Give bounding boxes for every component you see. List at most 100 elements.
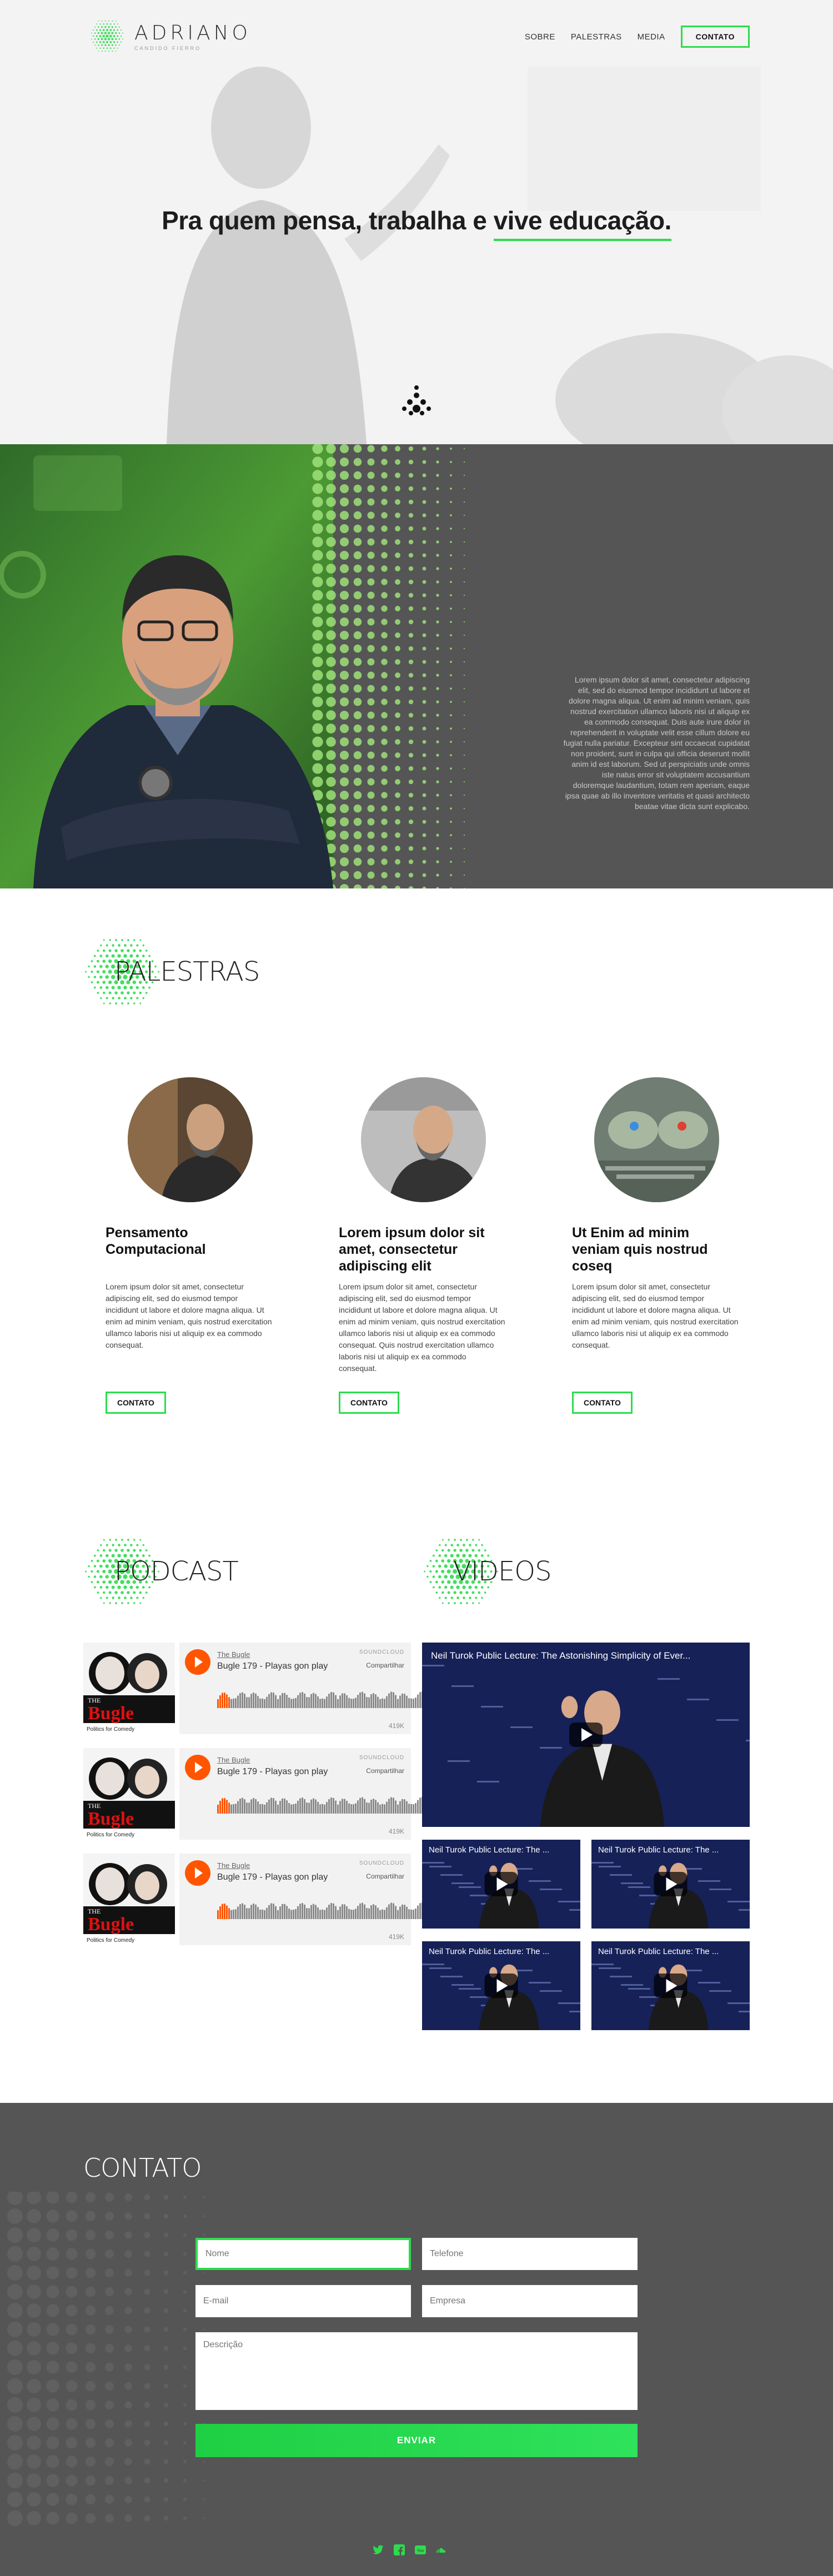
palestra-title: Ut Enim ad minim veniam quis nostrud cos… xyxy=(572,1225,708,1274)
podcast-track-title[interactable]: Bugle 179 - Playas gon play xyxy=(217,1872,328,1882)
podcast-art-caption: Politics for Comedy xyxy=(87,1726,134,1733)
palestra-image xyxy=(128,1077,253,1202)
videos-header: VIDEOS xyxy=(422,1527,552,1616)
waveform[interactable] xyxy=(217,1897,439,1925)
soundcloud-widget: The Bugle Bugle 179 - Playas gon play SO… xyxy=(179,1748,439,1840)
twitter-icon[interactable] xyxy=(371,2543,385,2557)
company-field[interactable] xyxy=(422,2285,638,2317)
palestra-card: Pensamento Computacional Lorem ipsum dol… xyxy=(106,1077,272,1414)
video-title[interactable]: Neil Turok Public Lecture: The ... xyxy=(598,1845,743,1855)
podcast-share-button[interactable]: Compartilhar xyxy=(366,1872,404,1880)
nav-contato-button[interactable]: CONTATO xyxy=(680,26,750,48)
play-icon[interactable] xyxy=(185,1649,210,1675)
nav-palestras[interactable]: PALESTRAS xyxy=(571,32,622,42)
podcast-title: PODCAST xyxy=(114,1556,239,1587)
podcast-header: PODCAST xyxy=(83,1527,239,1616)
social-links: You xyxy=(371,2543,449,2557)
video-thumbnail[interactable]: Neil Turok Public Lecture: The ... xyxy=(591,1840,750,1929)
logo-hex-icon xyxy=(91,20,124,52)
podcast-player: THE Bugle Politics for Comedy The Bugle Bu… xyxy=(83,1643,439,1737)
play-icon[interactable] xyxy=(185,1755,210,1780)
palestra-contato-button[interactable]: CONTATO xyxy=(106,1392,166,1414)
hero-title-text: Pra quem pensa, trabalha e xyxy=(162,206,494,235)
palestras-cards: Pensamento Computacional Lorem ipsum dol… xyxy=(106,1077,744,1414)
hero-title-highlight: vive educação. xyxy=(493,205,671,241)
palestra-card: Ut Enim ad minim veniam quis nostrud cos… xyxy=(572,1077,739,1414)
play-count: 419K xyxy=(388,1827,404,1835)
play-count: 419K xyxy=(388,1933,404,1941)
svg-text:Bugle: Bugle xyxy=(88,1703,134,1724)
svg-text:You: You xyxy=(417,2549,424,2553)
podcast-share-button[interactable]: Compartilhar xyxy=(366,1661,404,1669)
soundcloud-logo[interactable]: SOUNDCLOUD xyxy=(359,1860,404,1866)
podcast-share-button[interactable]: Compartilhar xyxy=(366,1767,404,1775)
palestra-title: Pensamento Computacional xyxy=(106,1225,206,1257)
page: ADRIANO CANDIDO FIERRO SOBRE PALESTRAS M… xyxy=(0,0,833,2576)
podcast-artist-link[interactable]: The Bugle xyxy=(217,1861,250,1870)
podcast-artwork: THE Bugle Politics for Comedy xyxy=(83,1854,175,1945)
nav-sobre[interactable]: SOBRE xyxy=(525,32,555,42)
send-button[interactable]: ENVIAR xyxy=(195,2424,638,2457)
palestra-contato-button[interactable]: CONTATO xyxy=(572,1392,633,1414)
video-thumbnail[interactable]: Neil Turok Public Lecture: The ... xyxy=(591,1941,750,2030)
facebook-icon[interactable] xyxy=(392,2543,407,2557)
play-icon[interactable] xyxy=(185,1860,210,1886)
waveform[interactable] xyxy=(217,1791,439,1819)
svg-text:Bugle: Bugle xyxy=(88,1914,134,1935)
palestras-title: PALESTRAS xyxy=(114,956,260,987)
main-nav: SOBRE PALESTRAS MEDIA CONTATO xyxy=(525,26,750,48)
podcast-artwork: THE Bugle Politics for Comedy xyxy=(83,1643,175,1734)
contact-title: CONTATO xyxy=(83,2153,202,2183)
scroll-down-icon[interactable] xyxy=(400,383,433,422)
video-title[interactable]: Neil Turok Public Lecture: The ... xyxy=(429,1947,574,1956)
logo[interactable]: ADRIANO CANDIDO FIERRO xyxy=(88,17,251,56)
video-thumbnail[interactable]: Neil Turok Public Lecture: The ... xyxy=(422,1941,580,2030)
soundcloud-logo[interactable]: SOUNDCLOUD xyxy=(359,1649,404,1655)
videos-title: VIDEOS xyxy=(453,1556,552,1587)
soundcloud-widget: The Bugle Bugle 179 - Playas gon play SO… xyxy=(179,1643,439,1734)
palestra-text: Lorem ipsum dolor sit amet, consectetur … xyxy=(339,1282,505,1373)
palestra-title: Lorem ipsum dolor sit amet, consectetur … xyxy=(339,1225,485,1274)
podcast-track-title[interactable]: Bugle 179 - Playas gon play xyxy=(217,1767,328,1777)
podcast-player: THE Bugle Politics for Comedy The Bugle Bu… xyxy=(83,1854,439,1948)
podcast-artwork: THE Bugle Politics for Comedy xyxy=(83,1748,175,1840)
podcast-artist-link[interactable]: The Bugle xyxy=(217,1650,250,1659)
hero-section: ADRIANO CANDIDO FIERRO SOBRE PALESTRAS M… xyxy=(0,0,833,444)
palestra-image xyxy=(594,1077,719,1202)
name-field[interactable] xyxy=(195,2238,411,2270)
podcast-art-caption: Politics for Comedy xyxy=(87,1937,134,1944)
podcast-artist-link[interactable]: The Bugle xyxy=(217,1756,250,1764)
palestra-contato-button[interactable]: CONTATO xyxy=(339,1392,399,1414)
soundcloud-widget: The Bugle Bugle 179 - Playas gon play SO… xyxy=(179,1854,439,1945)
palestra-image xyxy=(361,1077,486,1202)
video-title[interactable]: Neil Turok Public Lecture: The ... xyxy=(598,1947,743,1956)
contact-section: CONTATO ENVIAR You xyxy=(0,2103,833,2576)
logo-subtitle: CANDIDO FIERRO xyxy=(134,45,202,51)
nav-media[interactable]: MEDIA xyxy=(638,32,665,42)
palestra-text: Lorem ipsum dolor sit amet, consectetur … xyxy=(106,1282,272,1349)
podcast-player: THE Bugle Politics for Comedy The Bugle Bu… xyxy=(83,1748,439,1842)
palestra-text: Lorem ipsum dolor sit amet, consectetur … xyxy=(572,1282,739,1349)
video-title[interactable]: Neil Turok Public Lecture: The ... xyxy=(429,1845,574,1855)
soundcloud-logo[interactable]: SOUNDCLOUD xyxy=(359,1755,404,1761)
youtube-icon[interactable]: You xyxy=(413,2543,428,2557)
about-text: Lorem ipsum dolor sit amet, consectetur … xyxy=(563,675,750,811)
hero-title: Pra quem pensa, trabalha e vive educação… xyxy=(0,205,833,241)
video-thumbnail[interactable]: Neil Turok Public Lecture: The ... xyxy=(422,1840,580,1929)
podcast-track-title[interactable]: Bugle 179 - Playas gon play xyxy=(217,1661,328,1671)
top-navigation: ADRIANO CANDIDO FIERRO SOBRE PALESTRAS M… xyxy=(0,17,833,56)
podcast-art-caption: Politics for Comedy xyxy=(87,1832,134,1838)
video-main-title[interactable]: Neil Turok Public Lecture: The Astonishi… xyxy=(431,1650,705,1661)
about-portrait xyxy=(0,444,500,888)
about-section: Lorem ipsum dolor sit amet, consectetur … xyxy=(0,444,833,888)
play-count: 419K xyxy=(388,1722,404,1730)
svg-text:Bugle: Bugle xyxy=(88,1809,134,1829)
podcast-list: THE Bugle Politics for Comedy The Bugle Bu… xyxy=(83,1643,439,1959)
video-main[interactable]: Neil Turok Public Lecture: The Astonishi… xyxy=(422,1643,750,1827)
palestras-header: PALESTRAS xyxy=(83,927,260,1016)
waveform[interactable] xyxy=(217,1686,439,1714)
description-field[interactable] xyxy=(195,2332,638,2410)
phone-field[interactable] xyxy=(422,2238,638,2270)
email-field[interactable] xyxy=(195,2285,411,2317)
soundcloud-icon[interactable] xyxy=(434,2543,449,2557)
